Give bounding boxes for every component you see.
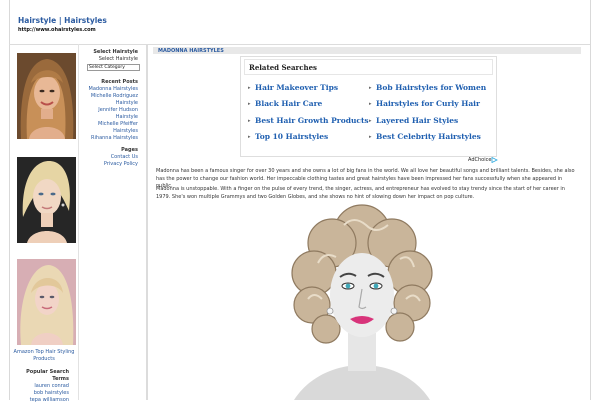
select-hairstyle-title: Select Hairstyle [93, 49, 138, 55]
bullet-icon: ▸ [369, 134, 372, 140]
ad-link[interactable]: Best Celebrity Hairstyles [376, 132, 481, 141]
amazon-products-link[interactable]: Amazon Top Hair Styling Products [12, 349, 76, 363]
article-paragraph: Madonna is unstoppable. With a finger on… [156, 186, 565, 200]
page-link-contact[interactable]: Contact Us [80, 154, 138, 161]
recent-post-link[interactable]: Jennifer Hudson [80, 107, 138, 114]
column-divider [146, 44, 148, 400]
page-frame-left [9, 0, 10, 400]
column-divider [78, 44, 79, 400]
section-title-link[interactable]: MADONNA HAIRSTYLES [158, 48, 224, 54]
popular-search-link[interactable]: lauren conrad [34, 383, 69, 389]
page-frame-right [590, 0, 591, 400]
bullet-icon: ▸ [248, 85, 251, 91]
header-divider [9, 44, 590, 45]
bullet-icon: ▸ [248, 118, 251, 124]
bullet-icon: ▸ [369, 118, 372, 124]
pages-title: Pages [121, 147, 138, 153]
recent-post-link[interactable]: Hairstyle [80, 100, 138, 107]
recent-post-link[interactable]: Hairstyles [80, 128, 138, 135]
adchoices-icon[interactable] [491, 157, 498, 163]
ad-link[interactable]: Bob Hairstyles for Women [376, 83, 486, 92]
celebrity-photo-2[interactable] [17, 157, 76, 243]
select-hairstyle-label: Select Hairstyle [98, 56, 138, 62]
bullet-icon: ▸ [369, 85, 372, 91]
recent-posts-title: Recent Posts [101, 79, 138, 85]
site-url: http://www.ohairstyles.com [18, 27, 96, 33]
ad-link[interactable]: Best Hair Growth Products [255, 116, 369, 125]
popular-search-link[interactable]: tepa williamson [30, 397, 69, 403]
recent-post-link[interactable]: Hairstyle [80, 114, 138, 121]
recent-post-link[interactable]: Michelle Pfeiffer [80, 121, 138, 128]
recent-post-link[interactable]: Michelle Rodriguez [80, 93, 138, 100]
celebrity-photo-3[interactable] [17, 259, 76, 345]
recent-post-link[interactable]: Rihanna Hairstyles [80, 135, 138, 142]
ad-link[interactable]: Black Hair Care [255, 99, 322, 108]
bullet-icon: ▸ [248, 134, 251, 140]
recent-post-link[interactable]: Madonna Hairstyles [80, 86, 138, 93]
site-title-link[interactable]: Hairstyle | Hairstyles [18, 16, 107, 25]
ad-link[interactable]: Layered Hair Styles [376, 116, 458, 125]
celebrity-photo-1[interactable] [17, 53, 76, 139]
ad-link[interactable]: Top 10 Hairstyles [255, 132, 328, 141]
page-link-privacy[interactable]: Privacy Policy [80, 161, 138, 168]
popular-search-title: Popular Search Terms [26, 369, 69, 382]
ad-link[interactable]: Hairstyles for Curly Hair [376, 99, 480, 108]
ad-link[interactable]: Hair Makeover Tips [255, 83, 338, 92]
category-select[interactable]: Select Category [87, 64, 140, 71]
bullet-icon: ▸ [248, 101, 251, 107]
bullet-icon: ▸ [369, 101, 372, 107]
popular-search-link[interactable]: bob hairstyles [34, 390, 69, 396]
ad-heading: Related Searches [249, 63, 317, 72]
madonna-hairstyle-image [282, 203, 442, 400]
